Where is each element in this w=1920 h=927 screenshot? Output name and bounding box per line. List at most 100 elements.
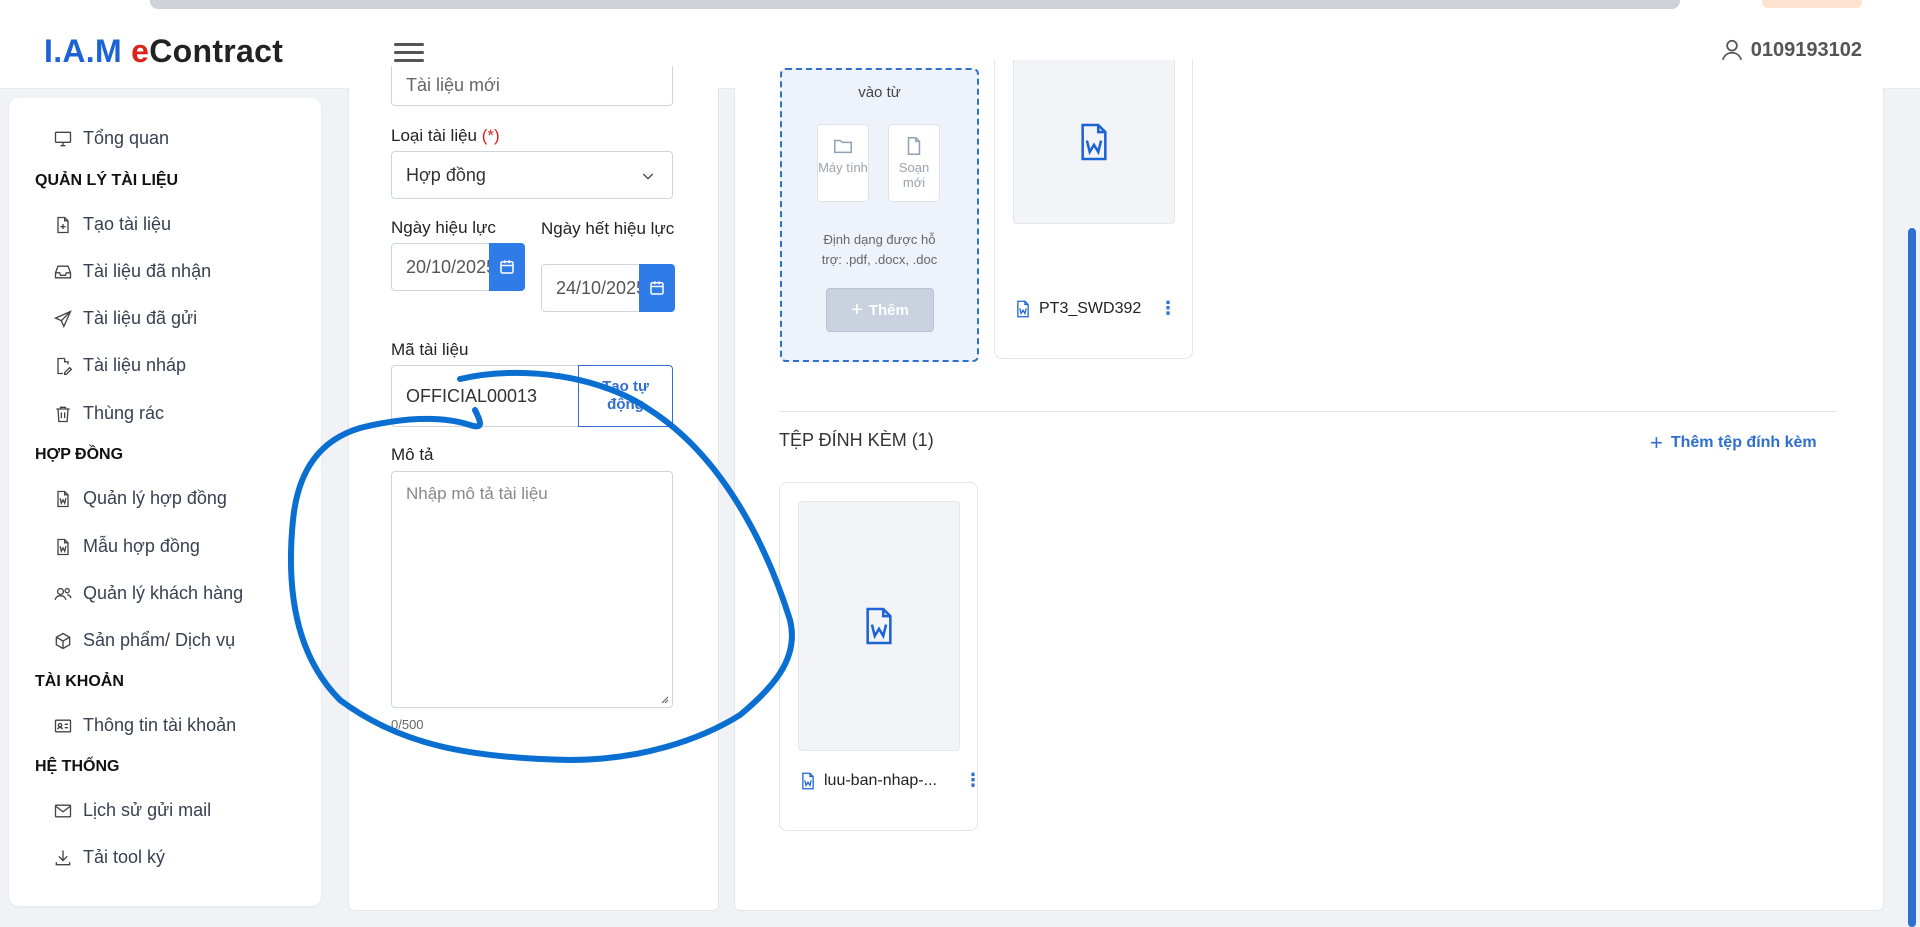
sidebar-item-label: Sản phẩm/ Dịch vụ	[83, 630, 236, 650]
sidebar-item-overview[interactable]: Tổng quan	[53, 128, 169, 149]
app-logo[interactable]: I.A.M eContract	[44, 33, 283, 70]
document-name-value: Tài liệu mới	[406, 75, 500, 95]
word-file-icon	[57, 538, 69, 555]
sidebar-section-account: TÀI KHOẢN	[35, 673, 124, 690]
inbox-icon	[54, 265, 72, 278]
doc-code-input[interactable]: OFFICIAL00013	[391, 365, 579, 427]
user-icon	[1721, 39, 1742, 61]
sidebar-item-received[interactable]: Tài liệu đã nhận	[53, 261, 211, 282]
download-icon	[55, 850, 71, 865]
doc-type-select[interactable]: Hợp đồng	[391, 151, 673, 199]
page-scrollbar-thumb[interactable]	[1908, 228, 1916, 927]
main-file-thumbnail[interactable]	[1013, 60, 1175, 224]
attachment-thumbnail[interactable]	[798, 501, 960, 751]
monitor-icon	[54, 131, 72, 146]
sidebar-item-trash[interactable]: Thùng rác	[53, 403, 164, 424]
sidebar-item-label: Mẫu hợp đồng	[83, 536, 200, 556]
sidebar-item-account-info[interactable]: Thông tin tài khoản	[53, 715, 236, 736]
sidebar-item-label: Tài liệu nháp	[83, 355, 187, 375]
auto-generate-button[interactable]: Tạo tự động	[578, 365, 673, 427]
word-document-icon	[1017, 300, 1029, 318]
word-document-icon	[802, 772, 814, 790]
id-card-icon	[54, 719, 72, 732]
sidebar: Tổng quan QUẢN LÝ TÀI LIỆU Tạo tài liệu …	[9, 98, 321, 906]
required-mark: (*)	[481, 126, 500, 145]
sidebar-item-label: Lịch sử gửi mail	[83, 800, 212, 820]
logo-e: e	[131, 33, 150, 69]
sidebar-item-label: Tải tool ký	[83, 847, 166, 867]
description-textarea[interactable]: Nhập mô tả tài liệu	[391, 471, 673, 708]
effective-date-value: 20/10/2025	[406, 256, 491, 277]
sidebar-item-label: Tổng quan	[83, 128, 170, 148]
sidebar-item-sent[interactable]: Tài liệu đã gửi	[53, 308, 197, 329]
upload-from-computer-button[interactable]: Máy tính	[817, 124, 869, 202]
description-placeholder: Nhập mô tả tài liệu	[406, 484, 548, 503]
plus-icon: +	[851, 298, 863, 321]
doc-code-label: Mã tài liệu	[391, 340, 469, 359]
sidebar-item-create-doc[interactable]: Tạo tài liệu	[53, 214, 171, 235]
document-name-input[interactable]: Tài liệu mới	[391, 66, 673, 106]
add-attachment-button[interactable]: + Thêm tệp đính kèm	[1650, 430, 1817, 456]
main-file-name-text: PT3_SWD392	[1039, 300, 1142, 317]
user-menu[interactable]: 0109193102	[1719, 37, 1862, 63]
add-attachment-label: Thêm tệp đính kèm	[1670, 434, 1817, 451]
word-document-icon	[1081, 123, 1107, 160]
effective-date-input[interactable]: 20/10/2025	[391, 243, 491, 291]
more-options-icon[interactable]: ⋮	[1159, 298, 1177, 319]
sidebar-item-label: Quản lý khách hàng	[83, 583, 244, 603]
file-plus-icon	[57, 216, 69, 233]
sidebar-item-products[interactable]: Sản phẩm/ Dịch vụ	[53, 630, 235, 651]
sidebar-section-documents: QUẢN LÝ TÀI LIỆU	[35, 172, 179, 189]
resize-handle-icon[interactable]	[659, 694, 669, 704]
effective-date-calendar-button[interactable]	[489, 243, 525, 291]
sidebar-item-contract-templates[interactable]: Mẫu hợp đồng	[53, 536, 200, 557]
sidebar-item-download-tool[interactable]: Tải tool ký	[53, 847, 165, 868]
box-icon	[55, 632, 71, 649]
chevron-down-icon	[642, 173, 654, 180]
sidebar-item-label: Tài liệu đã nhận	[83, 261, 212, 281]
sidebar-item-label: Thông tin tài khoản	[83, 715, 237, 735]
main-file-name: PT3_SWD392	[1015, 300, 1141, 318]
upload-from-label: vào từ	[858, 84, 901, 101]
sidebar-item-draft[interactable]: Tài liệu nháp	[53, 355, 186, 376]
sidebar-item-mail-history[interactable]: Lịch sử gửi mail	[53, 800, 211, 821]
browser-address-bar[interactable]	[150, 0, 1680, 9]
expiry-date-input[interactable]: 24/10/2025	[541, 264, 641, 312]
mail-icon	[54, 804, 72, 817]
sidebar-item-manage-contracts[interactable]: Quản lý hợp đồng	[53, 488, 227, 509]
users-icon	[54, 587, 72, 600]
sidebar-item-label: Tạo tài liệu	[83, 214, 172, 234]
compose-new-button[interactable]: Soạn mới	[888, 124, 940, 202]
expiry-date-value: 24/10/2025	[556, 277, 641, 298]
expiry-date-calendar-button[interactable]	[639, 264, 675, 312]
doc-type-value: Hợp đồng	[406, 164, 486, 185]
sidebar-item-label: Thùng rác	[83, 403, 165, 423]
doc-code-value: OFFICIAL00013	[406, 385, 538, 406]
attachment-card[interactable]: luu-ban-nhap-... ⋮	[779, 482, 982, 831]
sidebar-item-customers[interactable]: Quản lý khách hàng	[53, 583, 243, 604]
description-label: Mô tả	[391, 445, 434, 464]
calendar-icon	[500, 260, 514, 274]
logo-contract: Contract	[149, 33, 284, 69]
sidebar-item-label: Quản lý hợp đồng	[83, 488, 227, 508]
calendar-icon	[650, 281, 664, 295]
word-file-icon	[57, 490, 69, 507]
doc-type-label: Loại tài liệu (*)	[391, 126, 500, 146]
folder-icon	[834, 139, 852, 154]
supported-formats-text: Định dạng được hỗ trợ: .pdf, .docx, .doc	[821, 232, 938, 267]
file-icon	[907, 137, 921, 155]
send-icon	[53, 309, 72, 328]
user-id: 0109193102	[1750, 38, 1862, 61]
menu-toggle-icon[interactable]	[394, 40, 424, 64]
expiry-date-label: Ngày hết hiệu lực	[541, 219, 675, 238]
attachments-title: TỆP ĐÍNH KÈM (1)	[779, 430, 934, 450]
more-options-icon[interactable]: ⋮	[964, 770, 982, 791]
browser-profile-chip[interactable]	[1762, 0, 1862, 8]
doc-type-label-text: Loại tài liệu	[391, 126, 478, 145]
sidebar-section-system: HỆ THỐNG	[35, 758, 120, 775]
section-divider	[779, 411, 1837, 412]
word-document-icon	[866, 607, 892, 645]
add-file-button[interactable]: + Thêm	[826, 288, 934, 332]
main-file-card[interactable]: PT3_SWD392 ⋮	[994, 60, 1193, 359]
upload-dropzone[interactable]: vào từ Máy tính Soạn mới Định dạng được …	[780, 68, 979, 362]
